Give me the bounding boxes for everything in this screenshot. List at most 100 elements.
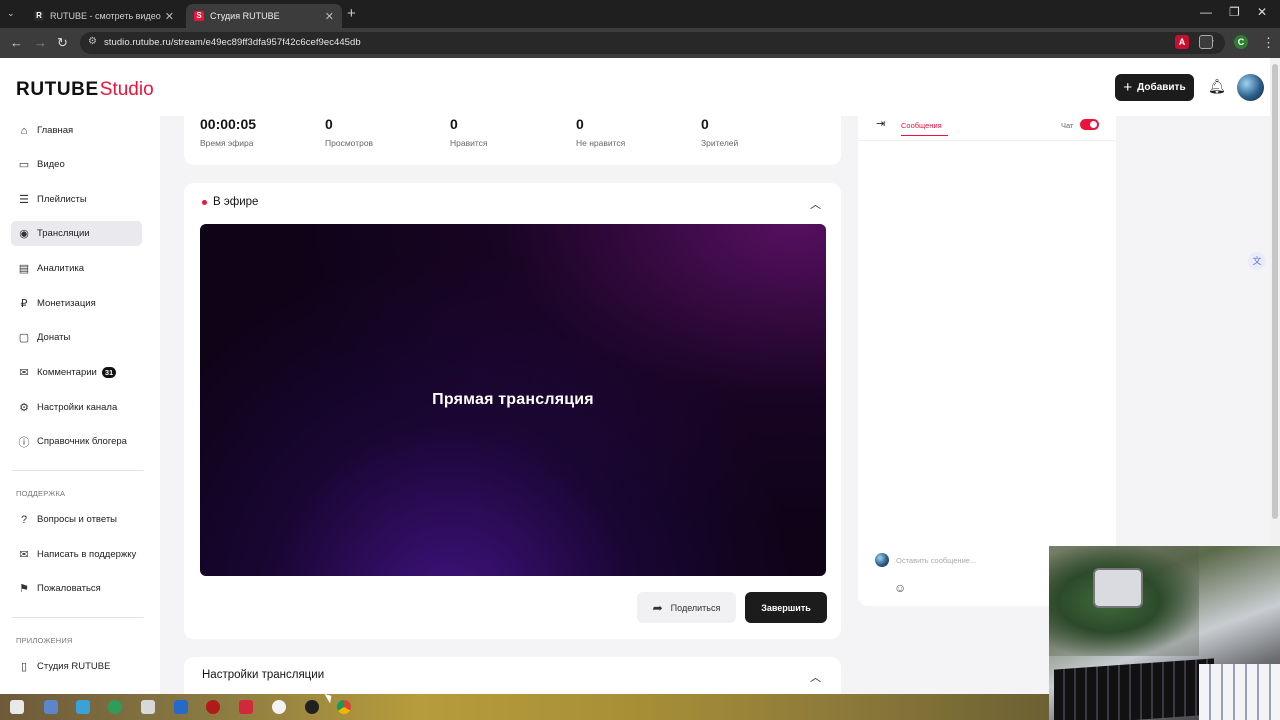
stat-dislikes: 0 Не нравится [576, 116, 625, 148]
restore-icon[interactable]: ❐ [1229, 5, 1240, 19]
close-window-icon[interactable]: ✕ [1257, 5, 1267, 19]
forward-icon[interactable]: → [34, 35, 47, 50]
stat-label: Зрителей [701, 138, 739, 148]
question-icon: ? [20, 513, 28, 526]
taskbar-app-icon[interactable] [76, 700, 90, 714]
sidebar-item-playlists[interactable]: ☰ Плейлисты [11, 187, 142, 212]
address-bar[interactable]: ⚙ studio.rutube.ru/stream/e49ec89ff3dfa9… [80, 32, 1225, 54]
stat-viewers: 0 Зрителей [701, 116, 738, 148]
sidebar-divider [12, 617, 143, 618]
end-stream-label: Завершить [761, 602, 811, 613]
stat-label: Время эфира [200, 138, 254, 148]
share-button[interactable]: ➦ Поделиться [637, 592, 736, 623]
taskbar-app-icon[interactable] [305, 700, 319, 714]
minimize-icon[interactable]: — [1200, 5, 1212, 19]
stat-likes: 0 Нравится [450, 116, 488, 148]
sidebar-item-monetization[interactable]: ₽ Монетизация [11, 291, 142, 316]
add-button-label: Добавить [1137, 82, 1186, 93]
taskbar-app-icon[interactable] [108, 700, 122, 714]
sidebar-item-broadcasts[interactable]: ◉ Трансляции [11, 221, 142, 246]
mail-icon: ✉ [19, 549, 29, 561]
webcam-device [1093, 568, 1143, 608]
sidebar-item-blogger-guide[interactable]: ⓘ Справочник блогера [11, 429, 142, 454]
start-icon[interactable] [10, 700, 24, 714]
webcam-overlay [1049, 546, 1280, 720]
sidebar-item-label: Комментарии [37, 367, 97, 378]
taskbar-app-icon[interactable] [174, 700, 188, 714]
sidebar-item-video[interactable]: ▭ Видео [11, 152, 142, 177]
rutube-studio-logo[interactable]: RUTUBEStudio [16, 79, 154, 101]
active-tab-underline [901, 135, 948, 136]
live-panel: В эфире ︿ Прямая трансляция ➦ Поделиться… [184, 183, 841, 639]
collapse-chevron-up-icon[interactable]: ︿ [810, 669, 821, 685]
tab-messages[interactable]: Сообщения [901, 121, 942, 130]
home-icon: ⌂ [20, 124, 28, 137]
sidebar-item-label: Вопросы и ответы [37, 514, 118, 525]
stat-value: 0 [325, 116, 333, 132]
translate-icon[interactable]: 文 [1248, 252, 1266, 270]
sidebar-item-label: Главная [37, 125, 74, 136]
extensions-puzzle-icon[interactable] [1199, 35, 1213, 49]
new-tab-icon[interactable]: + [347, 5, 356, 22]
sidebar-item-complain[interactable]: ⚑ Пожаловаться [11, 576, 142, 601]
collapse-chevron-up-icon[interactable]: ︿ [810, 196, 821, 212]
browser-menu-icon[interactable]: ⋮ [1262, 35, 1275, 51]
site-info-icon[interactable]: ⚙ [88, 36, 97, 47]
live-heading-label: В эфире [213, 196, 259, 208]
reload-icon[interactable]: ↻ [57, 35, 68, 51]
share-button-label: Поделиться [670, 602, 721, 613]
chrome-taskbar-icon[interactable] [337, 700, 351, 714]
collapse-panel-icon[interactable]: ⇥ [876, 117, 885, 130]
support-heading: ПОДДЕРЖКА [16, 489, 66, 498]
browser-tab-rutube[interactable]: R RUTUBE - смотреть видео онл... ✕ [26, 4, 182, 28]
chat-toggle[interactable] [1080, 119, 1099, 130]
browser-tab-studio[interactable]: S Студия RUTUBE ✕ [186, 4, 342, 28]
plus-icon: + [1123, 78, 1133, 96]
comments-count-badge: 31 [101, 367, 117, 378]
logo-main: RUTUBE [16, 79, 99, 100]
live-heading: В эфире [202, 196, 258, 208]
broadcast-icon: ◉ [19, 228, 29, 240]
end-stream-button[interactable]: Завершить [745, 592, 827, 623]
pdf-extension-icon[interactable]: A [1175, 35, 1189, 49]
sidebar-item-label: Донаты [37, 332, 71, 343]
sidebar-item-studio-app[interactable]: ▯ Студия RUTUBE [11, 654, 142, 679]
analytics-icon: ▤ [18, 263, 30, 275]
sidebar-item-analytics[interactable]: ▤ Аналитика [11, 256, 142, 281]
info-icon: ⓘ [18, 436, 30, 449]
chat-divider [858, 140, 1116, 141]
taskbar-app-icon[interactable] [272, 700, 286, 714]
webcam-keyboard [1054, 658, 1214, 720]
sidebar-item-label: Аналитика [37, 263, 85, 274]
sidebar-item-donates[interactable]: ▢ Донаты [11, 325, 142, 350]
stream-settings-panel[interactable]: Настройки трансляции ︿ [184, 657, 841, 694]
apps-heading: ПРИЛОЖЕНИЯ [16, 636, 73, 645]
close-tab-icon[interactable]: ✕ [325, 10, 334, 23]
sidebar-item-faq[interactable]: ? Вопросы и ответы [11, 507, 142, 532]
close-tab-icon[interactable]: ✕ [165, 10, 174, 23]
emoji-icon[interactable]: ☺ [894, 581, 906, 595]
sidebar-item-write-support[interactable]: ✉ Написать в поддержку [11, 542, 142, 567]
scrollbar-thumb[interactable] [1272, 64, 1278, 519]
user-avatar[interactable] [1237, 74, 1264, 101]
sidebar-item-label: Настройки канала [37, 402, 118, 413]
taskbar-app-icon[interactable] [44, 700, 58, 714]
notifications-bell-icon[interactable]: 🔔︎ [1208, 78, 1226, 95]
taskbar-app-icon[interactable] [239, 700, 253, 714]
video-player[interactable]: Прямая трансляция [200, 224, 826, 576]
profile-icon[interactable]: C [1234, 35, 1248, 49]
flag-icon: ⚑ [19, 583, 29, 595]
sidebar-item-label: Студия RUTUBE [37, 661, 111, 672]
back-icon[interactable]: ← [10, 35, 23, 50]
add-button[interactable]: + Добавить [1115, 74, 1194, 101]
sidebar-item-comments[interactable]: ✉ Комментарии 31 [11, 360, 142, 385]
taskbar-app-icon[interactable] [206, 700, 220, 714]
sidebar-item-home[interactable]: ⌂ Главная [11, 118, 142, 143]
taskbar-app-icon[interactable] [141, 700, 155, 714]
stat-views: 0 Просмотров [325, 116, 373, 148]
stat-label: Просмотров [325, 138, 374, 148]
rutube-favicon-icon: R [34, 11, 44, 21]
browser-tabbar: ⌄ R RUTUBE - смотреть видео онл... ✕ S С… [0, 0, 1280, 28]
tab-search-icon[interactable]: ⌄ [7, 8, 15, 19]
sidebar-item-channel-settings[interactable]: ⚙ Настройки канала [11, 395, 142, 420]
